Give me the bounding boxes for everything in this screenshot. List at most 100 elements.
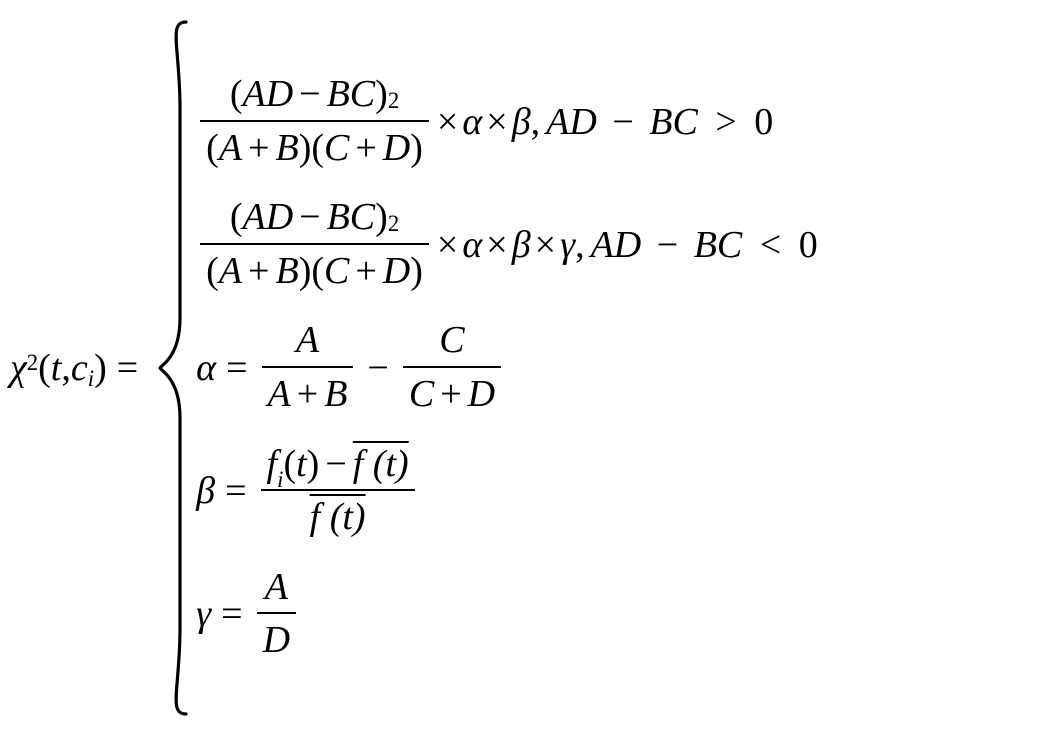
c1-alpha: α [462, 103, 482, 141]
alpha-f1-plus: + [297, 372, 318, 418]
c1-den-c2: ) [410, 126, 423, 172]
alpha-f2-d: D [468, 372, 495, 418]
alpha-minus: − [367, 349, 388, 387]
c2-num-ad: AD [243, 195, 294, 241]
c1-times1: × [437, 103, 458, 141]
lhs-comma: , [61, 349, 71, 387]
alpha-definition: α = A A + B − C C + D [196, 318, 818, 417]
c2-den-b: B [275, 249, 298, 295]
c2-num-open: ( [230, 195, 243, 241]
beta-num-fbar: f (t) [353, 442, 409, 488]
c2-cond-op: < [760, 224, 781, 266]
lhs-c: c [71, 349, 88, 387]
c2-cond-ad: AD [591, 224, 642, 266]
beta-eq: = [225, 472, 246, 510]
gamma-sym: γ [196, 595, 211, 633]
alpha-f1-b: B [324, 372, 347, 418]
c1-condition: AD − BC > 0 [546, 103, 773, 141]
left-brace-icon [156, 18, 190, 718]
c1-den-d: D [383, 126, 410, 172]
alpha-f2-bar [403, 366, 501, 368]
lhs-equals: = [117, 349, 138, 387]
c1-cond-ad: AD [546, 101, 597, 143]
c2-cond-zero: 0 [799, 224, 818, 266]
c2-num-pow: 2 [388, 210, 399, 237]
c2-den-o2: ( [311, 249, 324, 295]
gamma-den: D [263, 618, 290, 664]
c1-num-bc: BC [327, 72, 376, 118]
alpha-f2-num: C [439, 318, 464, 364]
c1-num-pow: 2 [388, 87, 399, 114]
lhs: χ 2 ( t , c i ) = [10, 349, 148, 387]
c2-cond-minus: − [657, 224, 678, 266]
c1-cond-bc: BC [649, 101, 698, 143]
c1-num-minus: − [299, 72, 320, 118]
c2-beta: β [512, 226, 531, 264]
c2-alpha: α [462, 226, 482, 264]
beta-den-fbar: f (t) [310, 495, 366, 541]
alpha-f1-a: A [268, 372, 291, 418]
c1-beta: β [512, 103, 531, 141]
c1-den-c1: ) [299, 126, 312, 172]
c1-den-p2: + [355, 126, 376, 172]
c2-den-a: A [219, 249, 242, 295]
c1-den-a: A [219, 126, 242, 172]
c2-num-minus: − [299, 195, 320, 241]
c2-den-o1: ( [206, 249, 219, 295]
c1-den-p1: + [248, 126, 269, 172]
chi-squared-exponent: 2 [27, 352, 38, 375]
c2-num-bc: BC [327, 195, 376, 241]
c1-cond-op: > [715, 101, 736, 143]
gamma-eq: = [221, 595, 242, 633]
equation-root: χ 2 ( t , c i ) = ( AD − BC ) 2 [0, 0, 1040, 718]
beta-definition: β = f i ( t ) − f (t) f (t) [196, 442, 818, 541]
alpha-sym: α [196, 349, 216, 387]
c2-times2: × [486, 226, 507, 264]
gamma-frac-bar [257, 612, 296, 614]
beta-frac: f i ( t ) − f (t) f (t) [261, 442, 415, 541]
c1-num-open: ( [230, 72, 243, 118]
c2-cond-bc: BC [694, 224, 743, 266]
c2-den-c2: ) [410, 249, 423, 295]
alpha-f2-c: C [409, 372, 434, 418]
alpha-f2-plus: + [440, 372, 461, 418]
c1-times2: × [486, 103, 507, 141]
beta-sym: β [196, 472, 215, 510]
c2-frac-bar [200, 243, 429, 245]
c1-den-o2: ( [311, 126, 324, 172]
c1-cond-minus: − [612, 101, 633, 143]
case1-fraction: ( AD − BC ) 2 ( A + B ) ( C + D [200, 72, 429, 171]
c2-condition: AD − BC < 0 [591, 226, 818, 264]
alpha-f1-num: A [296, 318, 319, 364]
c1-den-b: B [275, 126, 298, 172]
c2-comma: , [575, 226, 585, 264]
c2-num-close: ) [375, 195, 388, 241]
alpha-f1-bar [262, 366, 354, 368]
lhs-close: ) [94, 349, 107, 387]
case-1: ( AD − BC ) 2 ( A + B ) ( C + D [196, 72, 818, 171]
beta-frac-bar [261, 489, 415, 491]
lhs-c-sub: i [88, 368, 94, 391]
case2-fraction: ( AD − BC ) 2 ( A + B ) ( C + D [200, 195, 429, 294]
c1-den-c: C [324, 126, 349, 172]
c2-gamma: γ [560, 226, 575, 264]
c2-times3: × [535, 226, 556, 264]
c2-den-c1: ) [299, 249, 312, 295]
lhs-open: ( [38, 349, 51, 387]
beta-num-fsub: i [277, 466, 283, 493]
chi: χ [10, 349, 27, 387]
beta-num-minus: − [325, 442, 346, 488]
c1-cond-zero: 0 [754, 101, 773, 143]
c1-frac-bar [200, 120, 429, 122]
gamma-frac: A D [257, 565, 296, 664]
gamma-definition: γ = A D [196, 565, 818, 664]
c2-den-cc: C [324, 249, 349, 295]
alpha-frac1: A A + B [262, 318, 354, 417]
beta-num-f: f [267, 442, 278, 488]
gamma-num: A [265, 565, 288, 611]
c1-den-o1: ( [206, 126, 219, 172]
cases: ( AD − BC ) 2 ( A + B ) ( C + D [196, 72, 818, 664]
beta-num-t: t [296, 442, 307, 488]
beta-num-open: ( [283, 442, 296, 488]
c1-comma: , [531, 103, 541, 141]
